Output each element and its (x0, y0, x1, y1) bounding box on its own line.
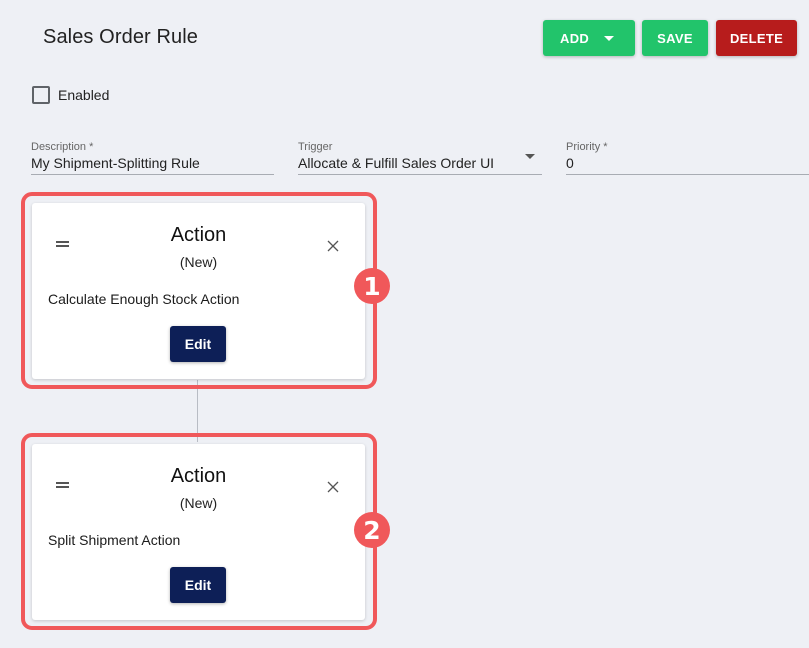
save-button[interactable]: SAVE (642, 20, 708, 56)
priority-field[interactable]: Priority * 0 (566, 141, 809, 175)
description-label: Description * (31, 141, 94, 153)
priority-label: Priority * (566, 141, 608, 153)
action-card-description: Calculate Enough Stock Action (48, 291, 240, 307)
action-card-description: Split Shipment Action (48, 532, 181, 548)
action-card: Action (New) Split Shipment Action Edit (32, 444, 365, 620)
enabled-checkbox[interactable] (32, 86, 50, 104)
add-button-label: ADD (560, 30, 590, 46)
action-card-status: (New) (179, 495, 218, 511)
enabled-label: Enabled (58, 87, 110, 103)
edit-action-button[interactable]: Edit (170, 567, 226, 603)
page-title: Sales Order Rule (43, 26, 198, 48)
chevron-down-icon (604, 36, 615, 41)
enabled-toggle[interactable]: Enabled (32, 86, 109, 104)
trigger-label: Trigger (298, 141, 333, 153)
action-card: Action (New) Calculate Enough Stock Acti… (32, 203, 365, 379)
action-card-title: Action (170, 224, 227, 246)
action-card-title: Action (170, 465, 227, 487)
action-card-status: (New) (179, 254, 218, 270)
step-number-badge: 2 (354, 512, 390, 548)
close-icon[interactable] (326, 480, 340, 494)
step-number-badge: 1 (354, 268, 390, 304)
trigger-select[interactable]: Trigger Allocate & Fulfill Sales Order U… (298, 141, 542, 175)
trigger-value[interactable]: Allocate & Fulfill Sales Order UI (298, 155, 542, 171)
description-input[interactable]: My Shipment-Splitting Rule (31, 155, 274, 171)
dropdown-arrow-icon[interactable] (525, 154, 535, 159)
priority-input[interactable]: 0 (566, 155, 809, 171)
description-field[interactable]: Description * My Shipment-Splitting Rule (31, 141, 274, 175)
add-button[interactable]: ADD (543, 20, 635, 56)
edit-action-button[interactable]: Edit (170, 326, 226, 362)
close-icon[interactable] (326, 239, 340, 253)
delete-button[interactable]: DELETE (716, 20, 797, 56)
